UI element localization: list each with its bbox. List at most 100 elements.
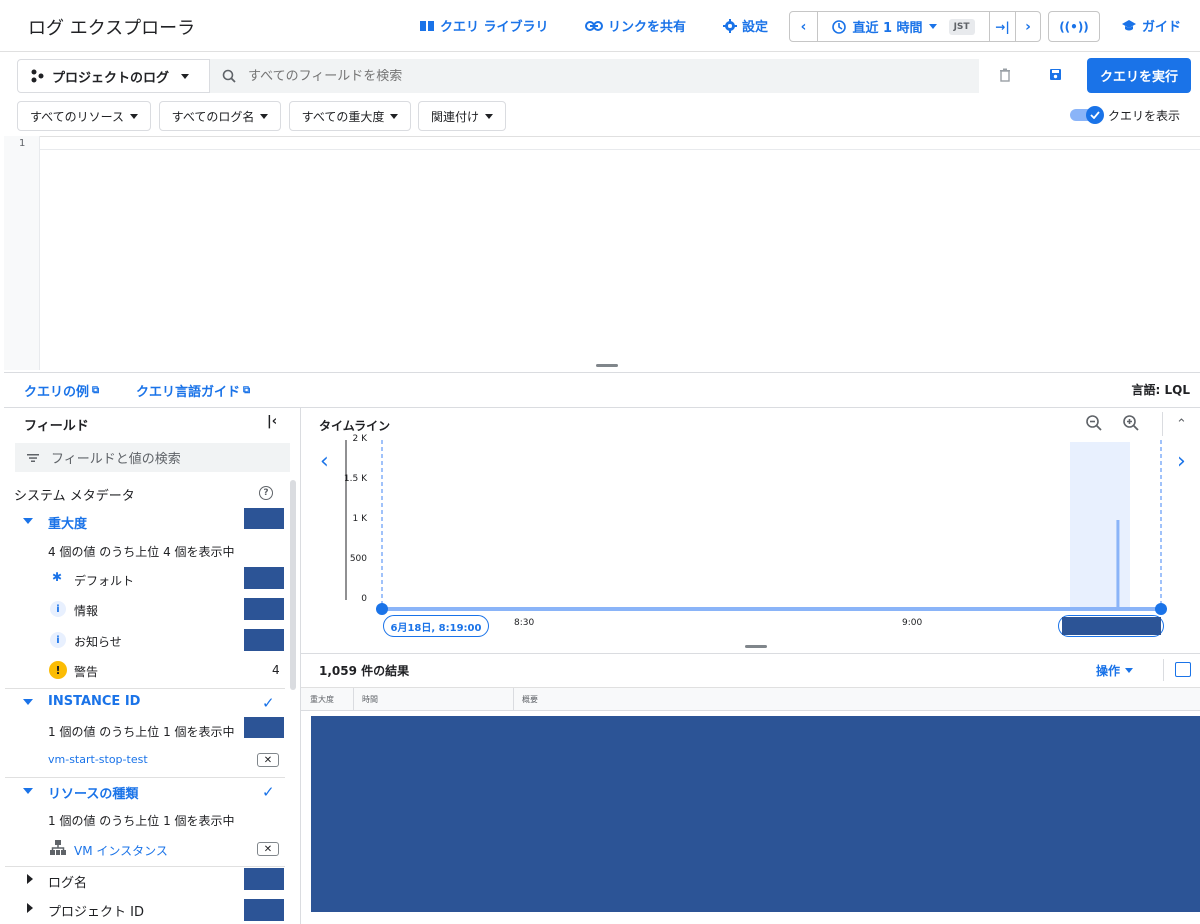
caret-down-icon [130,113,139,119]
severity-value-info[interactable]: 情報 [74,602,98,619]
severity-field-label[interactable]: 重大度 [48,513,87,532]
clock-icon [832,19,847,34]
caret-down-icon [485,113,493,119]
stream-logs-button[interactable]: ((•)) [1048,11,1100,42]
resource-filter-dropdown[interactable]: すべてのリソース [17,101,151,131]
range-end-label[interactable] [1058,615,1164,637]
expand-log-name-icon[interactable] [27,874,33,884]
expand-icon[interactable] [1175,662,1191,677]
instance-id-field-label[interactable]: INSTANCE ID [48,694,140,709]
check-icon: ✓ [262,694,275,712]
query-language-guide-link[interactable]: クエリ言語ガイド ⧉ [136,381,250,400]
field-search-placeholder: フィールドと値の検索 [51,452,181,467]
share-link-button[interactable]: リンクを共有 [585,16,686,35]
save-query-icon[interactable] [1049,68,1062,81]
editor-resize-handle[interactable] [596,364,618,367]
selected-range-highlight [1070,442,1130,610]
query-editor[interactable] [4,136,1200,371]
actions-dropdown[interactable]: 操作 [1096,662,1134,679]
column-divider[interactable] [513,688,514,710]
severity-summary: 4 個の値 のうち上位 4 個を表示中 [48,545,235,559]
column-header-summary[interactable]: 概要 [522,694,538,705]
expand-instance-id-icon[interactable] [23,699,33,705]
warning-icon: ! [49,661,67,679]
timeline-bars [1116,520,1120,608]
divider [1163,659,1164,681]
help-icon[interactable]: ? [259,486,273,500]
x-tick-label: 9:00 [902,618,923,628]
caret-down-icon [928,24,937,29]
book-icon [419,19,435,33]
redacted-range-end [1062,617,1161,635]
severity-filter-label: すべての重大度 [301,109,385,124]
check-icon: ✓ [262,783,275,801]
expand-resource-type-icon[interactable] [23,788,33,794]
remove-filter-icon[interactable]: ✕ [257,753,279,767]
query-examples-link[interactable]: クエリの例 ⧉ [24,381,99,400]
arrow-to-end-icon: →| [995,19,1010,34]
column-header-time[interactable]: 時間 [362,694,378,705]
severity-value-notice[interactable]: お知らせ [74,633,122,650]
time-forward-button[interactable]: › [1016,12,1040,41]
query-library-label: クエリ ライブラリ [440,20,549,35]
timeline-bar [1116,520,1120,608]
field-search-box[interactable]: フィールドと値の検索 [15,443,290,472]
open-in-new-icon: ⧉ [92,385,100,396]
results-bar [301,653,1200,687]
severity-value-default[interactable]: デフォルト [74,572,134,589]
redacted-count [244,629,284,651]
log-scope-label: プロジェクトのログ [52,70,170,86]
severity-filter-dropdown[interactable]: すべての重大度 [289,101,411,131]
time-range-group: ‹ 直近 1 時間 JST →| › [789,11,1041,42]
timeline-resize-handle[interactable] [745,645,767,648]
divider [5,866,285,867]
settings-button[interactable]: 設定 [723,16,768,35]
gear-icon [723,18,737,33]
chevron-right-icon: › [1025,18,1031,35]
range-start-label[interactable]: 6月18日, 8:19:00 [383,615,489,637]
correlate-dropdown[interactable]: 関連付け [418,101,506,131]
remove-filter-icon[interactable]: ✕ [257,842,279,856]
asterisk-icon: ✱ [52,570,63,584]
project-id-field-label[interactable]: プロジェクト ID [48,901,144,920]
expand-severity-icon[interactable] [23,518,33,524]
search-input[interactable] [248,68,948,84]
timezone-badge: JST [948,18,975,35]
query-language-guide-label: クエリ言語ガイド [136,385,241,400]
log-name-filter-label: すべてのログ名 [171,109,255,124]
guide-label: ガイド [1142,20,1182,35]
log-name-field-label[interactable]: ログ名 [48,872,87,891]
guide-button[interactable]: ガイド [1121,16,1181,35]
filter-list-icon [27,453,39,463]
correlate-label: 関連付け [430,109,479,124]
column-divider[interactable] [353,688,354,710]
column-header-severity[interactable]: 重大度 [310,694,334,705]
fields-scrollbar[interactable] [290,480,296,690]
caret-down-icon [390,113,399,119]
run-query-button[interactable]: クエリを実行 [1087,58,1191,93]
link-icon [585,20,603,32]
instance-id-value[interactable]: vm-start-stop-test [48,753,148,766]
info-icon: i [50,601,66,617]
trash-icon[interactable] [999,68,1011,82]
instance-id-summary: 1 個の値 のうち上位 1 個を表示中 [48,725,235,739]
time-back-button[interactable]: ‹ [790,12,818,41]
redacted-count [244,598,284,620]
results-table-header: 重大度 時間 概要 [301,687,1200,711]
redacted-count [244,567,284,589]
expand-project-id-icon[interactable] [27,903,33,913]
resource-type-field-label[interactable]: リソースの種類 [48,783,138,802]
broadcast-icon: ((•)) [1059,19,1089,34]
collapse-panel-icon[interactable]: |‹ [267,414,277,429]
log-name-filter-dropdown[interactable]: すべてのログ名 [159,101,281,131]
open-in-new-icon: ⧉ [243,385,251,396]
jump-to-now-button[interactable]: →| [990,12,1016,41]
caret-down-icon [260,113,269,119]
show-query-toggle[interactable]: クエリを表示 [1068,105,1180,125]
resource-type-value[interactable]: VM インスタンス [74,842,168,859]
severity-value-warning[interactable]: 警告 [74,663,98,680]
redacted-count [244,717,284,738]
query-library-button[interactable]: クエリ ライブラリ [419,16,549,35]
log-scope-dropdown[interactable]: プロジェクトのログ [17,59,210,93]
time-range-picker[interactable]: 直近 1 時間 JST [818,12,990,41]
